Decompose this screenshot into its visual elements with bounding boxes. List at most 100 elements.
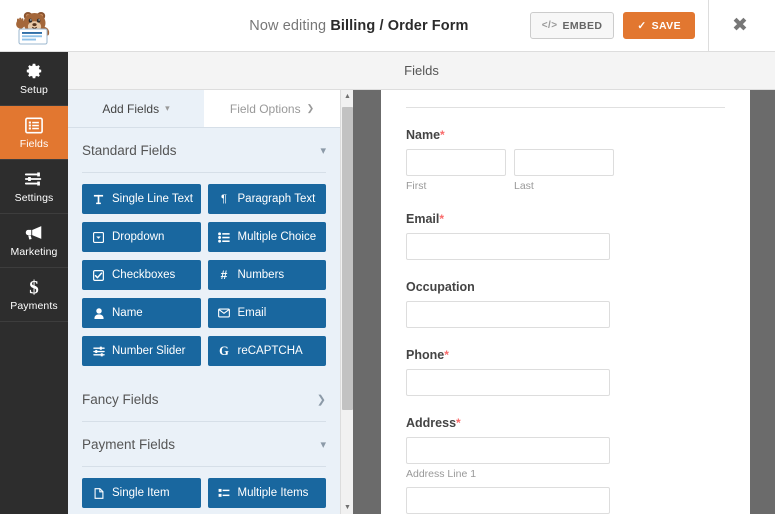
standard-fields-grid: Single Line Text ¶ Paragraph Text Dropdo…: [68, 173, 340, 377]
embed-button[interactable]: </> EMBED: [529, 12, 615, 39]
preview-field-name[interactable]: Name* First Last: [406, 108, 725, 192]
builder-tabs: Add Fields ▾ Field Options ❯: [68, 90, 340, 128]
preview-field-phone[interactable]: Phone*: [406, 328, 725, 396]
field-button-label: Dropdown: [112, 231, 165, 243]
email-input[interactable]: [406, 233, 610, 260]
field-label: Name*: [406, 128, 445, 142]
field-button-dropdown[interactable]: Dropdown: [82, 222, 201, 252]
field-label: Phone*: [406, 348, 449, 362]
sidebar-item-setup[interactable]: Setup: [0, 52, 68, 106]
field-button-email[interactable]: Email: [207, 298, 326, 328]
chevron-down-icon: ▾: [320, 144, 326, 157]
section-fancy-fields[interactable]: Fancy Fields ❯: [68, 377, 340, 421]
field-button-single-item[interactable]: Single Item: [82, 478, 201, 508]
field-button-label: Name: [112, 307, 143, 319]
sidebar-item-label: Fields: [19, 137, 49, 150]
field-button-label: Paragraph Text: [237, 193, 316, 205]
field-label: Address*: [406, 416, 461, 430]
sidebar-item-label: Payments: [10, 299, 58, 312]
file-icon: [92, 487, 105, 499]
chevron-down-icon: ▾: [320, 438, 326, 451]
save-button-label: SAVE: [651, 19, 681, 32]
field-button-label: reCAPTCHA: [237, 345, 303, 357]
builder-scrollbar[interactable]: ▲ ▼: [340, 90, 353, 514]
phone-input[interactable]: [406, 369, 610, 396]
section-standard-fields[interactable]: Standard Fields ▾: [68, 128, 340, 172]
megaphone-icon: [24, 224, 44, 243]
field-button-label: Numbers: [237, 269, 285, 281]
preview-right-gutter: [750, 90, 775, 514]
occupation-input[interactable]: [406, 301, 610, 328]
editing-prefix: Now editing: [249, 17, 327, 34]
sidebar-item-label: Settings: [14, 191, 54, 204]
panel-header-title: Fields: [404, 63, 439, 78]
wpforms-form-builder: Now editing Billing / Order Form </> EMB…: [0, 0, 775, 514]
payment-fields-grid: Single Item Multiple Items: [68, 467, 340, 514]
save-button[interactable]: ✓ SAVE: [623, 12, 695, 39]
preview-field-email[interactable]: Email*: [406, 192, 725, 260]
field-button-numbers[interactable]: # Numbers: [207, 260, 326, 290]
field-button-single-line-text[interactable]: Single Line Text: [82, 184, 201, 214]
chevron-right-icon: ❯: [316, 393, 326, 406]
section-payment-fields[interactable]: Payment Fields ▾: [68, 422, 340, 466]
address-line-2-input[interactable]: [406, 487, 610, 514]
sidebar-item-settings[interactable]: Settings: [0, 160, 68, 214]
preview-field-occupation[interactable]: Occupation: [406, 260, 725, 328]
toolbar-divider: [708, 0, 709, 52]
svg-text:$: $: [29, 278, 39, 298]
section-title: Payment Fields: [82, 436, 176, 452]
close-builder-button[interactable]: ✖: [718, 0, 762, 52]
checkbox-icon: [92, 269, 105, 281]
wpforms-bear-mascot-icon: [16, 11, 50, 44]
address-line-1-input[interactable]: [406, 437, 610, 464]
wpforms-logo[interactable]: [0, 0, 68, 52]
sidebar-item-fields[interactable]: Fields: [0, 106, 68, 160]
preview-left-gutter: [353, 90, 381, 514]
field-label: Email*: [406, 212, 445, 226]
sliders-icon: [24, 170, 44, 189]
field-button-checkboxes[interactable]: Checkboxes: [82, 260, 201, 290]
form-preview: Name* First Last Email* Occupation Phone…: [381, 90, 750, 514]
field-button-name[interactable]: Name: [82, 298, 201, 328]
field-button-recaptcha[interactable]: G reCAPTCHA: [207, 336, 326, 366]
field-button-label: Number Slider: [112, 345, 186, 357]
name-last-input[interactable]: [514, 149, 614, 176]
tab-add-fields-label: Add Fields: [102, 101, 160, 116]
top-bar-actions: </> EMBED ✓ SAVE ✖: [529, 0, 775, 52]
sidebar: Setup Fields Settings Marketing $ Paymen…: [0, 52, 68, 514]
tab-field-options-label: Field Options: [229, 101, 301, 116]
field-button-label: Single Item: [112, 487, 170, 499]
text-cursor-icon: [92, 194, 105, 205]
page-title: Now editing Billing / Order Form: [68, 18, 530, 34]
preview-field-address[interactable]: Address* Address Line 1 Address Line 2: [406, 396, 725, 514]
dollar-sign-icon: $: [27, 278, 41, 298]
section-title: Fancy Fields: [82, 391, 159, 407]
section-title: Standard Fields: [82, 142, 177, 158]
sidebar-item-marketing[interactable]: Marketing: [0, 214, 68, 268]
required-marker: *: [444, 348, 449, 362]
hash-icon: #: [220, 268, 228, 282]
sidebar-item-label: Setup: [20, 83, 48, 96]
field-sublabel: Last: [514, 180, 534, 192]
google-g-icon: G: [219, 343, 229, 358]
name-first-input[interactable]: [406, 149, 506, 176]
field-button-label: Single Line Text: [112, 193, 193, 205]
field-button-multiple-choice[interactable]: Multiple Choice: [207, 222, 326, 252]
field-button-label: Email: [237, 307, 267, 319]
envelope-icon: [218, 308, 231, 318]
tab-add-fields[interactable]: Add Fields ▾: [68, 90, 204, 128]
field-button-paragraph-text[interactable]: ¶ Paragraph Text: [207, 184, 326, 214]
embed-button-label: EMBED: [562, 19, 603, 32]
required-marker: *: [439, 212, 445, 226]
form-name: Billing / Order Form: [330, 17, 469, 34]
builder-scrollbar-thumb[interactable]: [342, 107, 353, 410]
paragraph-icon: ¶: [221, 193, 227, 205]
sidebar-item-payments[interactable]: $ Payments: [0, 268, 68, 322]
field-button-multiple-items[interactable]: Multiple Items: [207, 478, 326, 508]
code-icon: </>: [541, 20, 558, 31]
tab-field-options[interactable]: Field Options ❯: [204, 90, 340, 128]
field-button-number-slider[interactable]: Number Slider: [82, 336, 201, 366]
field-button-label: Checkboxes: [112, 269, 176, 281]
chevron-right-icon: ❯: [306, 103, 315, 113]
list-icon: [25, 116, 43, 135]
